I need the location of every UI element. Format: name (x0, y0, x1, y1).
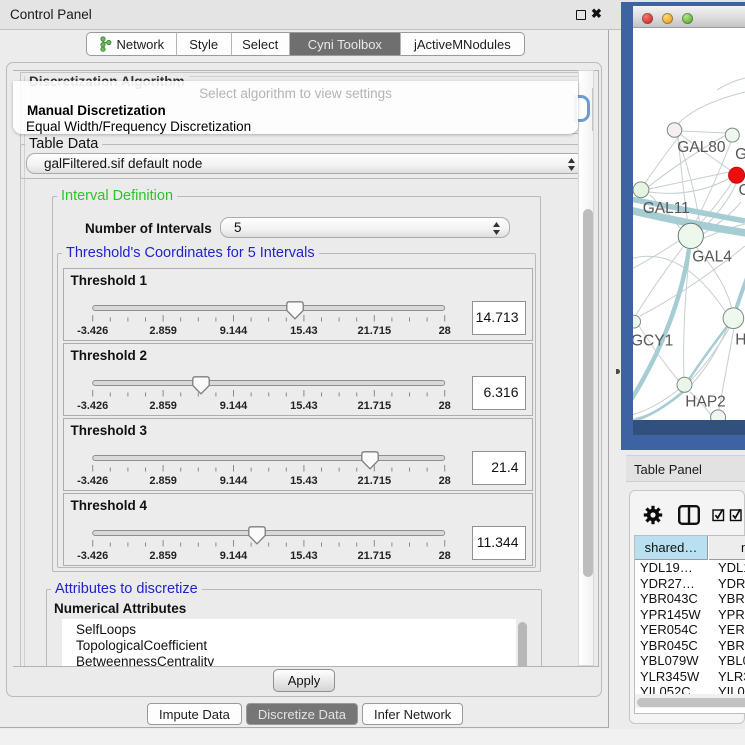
svg-text:21.715: 21.715 (357, 475, 391, 487)
svg-text:21.715: 21.715 (357, 325, 391, 337)
svg-text:15.43: 15.43 (290, 550, 318, 562)
svg-text:2.859: 2.859 (149, 325, 177, 337)
svg-text:GCY1: GCY1 (633, 333, 673, 350)
svg-text:28: 28 (438, 550, 450, 562)
svg-text:GAL80: GAL80 (677, 139, 726, 156)
svg-text:-3.426: -3.426 (77, 325, 108, 337)
svg-text:28: 28 (438, 475, 450, 487)
svg-text:2.859: 2.859 (149, 475, 177, 487)
svg-text:9.144: 9.144 (219, 325, 247, 337)
svg-text:28: 28 (438, 400, 450, 412)
svg-text:9.144: 9.144 (219, 400, 247, 412)
svg-text:GAL4: GAL4 (692, 249, 732, 266)
svg-text:2.859: 2.859 (149, 400, 177, 412)
svg-text:-3.426: -3.426 (77, 550, 108, 562)
svg-text:GA: GA (735, 146, 745, 163)
svg-text:15.43: 15.43 (290, 475, 318, 487)
svg-text:-3.426: -3.426 (77, 400, 108, 412)
svg-text:-3.426: -3.426 (77, 475, 108, 487)
svg-text:28: 28 (438, 325, 450, 337)
svg-text:9.144: 9.144 (219, 475, 247, 487)
svg-text:H: H (735, 332, 745, 349)
svg-text:HAP2: HAP2 (685, 394, 726, 411)
svg-text:21.715: 21.715 (357, 550, 391, 562)
svg-text:GAL11: GAL11 (643, 200, 690, 217)
svg-text:21.715: 21.715 (357, 400, 391, 412)
svg-text:2.859: 2.859 (149, 550, 177, 562)
svg-text:15.43: 15.43 (290, 325, 318, 337)
svg-text:15.43: 15.43 (290, 400, 318, 412)
svg-text:9.144: 9.144 (219, 550, 247, 562)
svg-text:C: C (739, 182, 745, 199)
